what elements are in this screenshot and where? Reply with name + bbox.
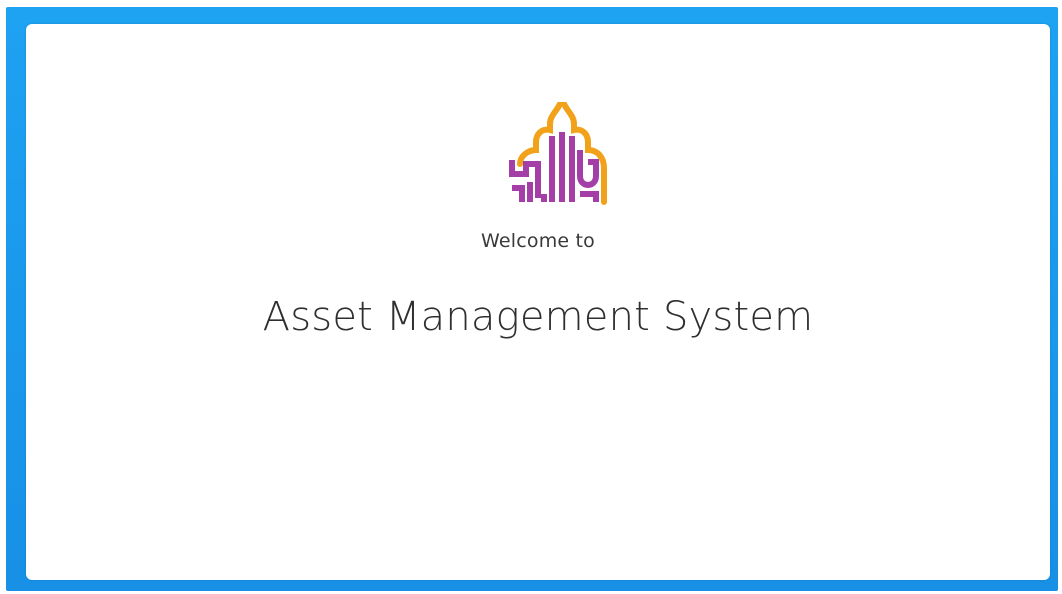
page-title: Asset Management System (262, 294, 814, 340)
institution-logo-icon (509, 102, 607, 205)
welcome-text: Welcome to (480, 230, 596, 252)
welcome-card: Welcome to Asset Management System (26, 24, 1050, 580)
